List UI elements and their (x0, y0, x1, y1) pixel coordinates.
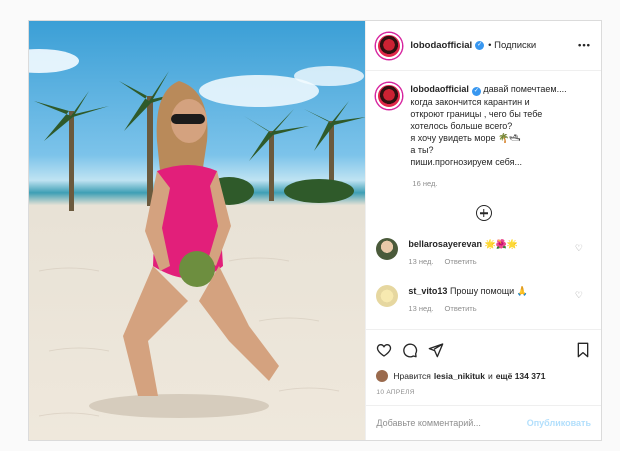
comment-item: st_vito13 Прошу помощи 🙏 13 нед. Ответит… (376, 285, 591, 315)
post-sidebar: lobodaofficial ✓ • Подписки ••• lobodaof… (365, 21, 601, 440)
caption-line: пиши.прогнозируем себя... (410, 157, 522, 167)
verified-icon: ✓ (471, 87, 481, 96)
comment-time[interactable]: 13 нед. (408, 257, 433, 266)
instagram-post: lobodaofficial ✓ • Подписки ••• lobodaof… (28, 20, 602, 441)
avatar[interactable] (376, 285, 399, 307)
comment-username[interactable]: st_vito13 (408, 286, 447, 296)
comment-item: bellarosayerevan 🌟🌺🌟 13 нед. Ответить ♡ (376, 238, 591, 268)
caption-line: откроют границы , чего бы тебе (410, 109, 543, 119)
avatar[interactable] (376, 238, 399, 260)
post-date[interactable]: 10 АПРЕЛЯ (366, 383, 601, 405)
beach-photo-illustration (29, 49, 366, 418)
reply-button[interactable]: Ответить (445, 304, 477, 313)
caption-avatar[interactable] (376, 83, 403, 109)
caption-username[interactable]: lobodaofficial (410, 84, 469, 94)
likes-prefix: Нравится (393, 371, 431, 381)
comments-section: lobodaofficial ✓ давай помечтаем.... когд… (366, 71, 601, 329)
bookmark-icon[interactable] (575, 342, 591, 358)
comment-input[interactable] (376, 418, 527, 428)
publish-button[interactable]: Опубликовать (527, 418, 591, 428)
post-photo[interactable] (29, 21, 366, 440)
comment-username[interactable]: bellarosayerevan (408, 239, 482, 249)
likes-count[interactable]: ещё 134 371 (496, 371, 546, 381)
avatar[interactable] (376, 32, 403, 59)
caption-time[interactable]: 16 нед. (412, 178, 591, 190)
comment-icon[interactable] (402, 342, 418, 358)
caption-line: давай помечтаем.... (483, 84, 567, 94)
add-comment-bar: Опубликовать (366, 405, 601, 440)
heart-icon[interactable]: ♡ (575, 289, 583, 301)
follow-status-button[interactable]: • Подписки (488, 40, 536, 51)
caption-line: хотелось больше всего? (410, 121, 513, 131)
comment-meta: 13 нед. Ответить (408, 303, 527, 315)
caption-line: когда закончится карантин и (410, 97, 530, 107)
likes-user[interactable]: lesia_nikituk (434, 371, 485, 381)
heart-icon[interactable]: ♡ (575, 242, 583, 254)
more-icon[interactable]: ••• (578, 40, 591, 51)
avatar[interactable] (376, 370, 389, 382)
share-icon[interactable] (428, 342, 444, 358)
username-link[interactable]: lobodaofficial (410, 40, 472, 51)
caption-text: lobodaofficial ✓ давай помечтаем.... когд… (410, 83, 580, 168)
action-bar (366, 329, 601, 369)
caption-line: я хочу увидеть море 🌴🛥 (410, 133, 521, 143)
post-header: lobodaofficial ✓ • Подписки ••• (366, 21, 601, 71)
reply-button[interactable]: Ответить (445, 257, 477, 266)
comment-body: bellarosayerevan 🌟🌺🌟 13 нед. Ответить (408, 238, 518, 268)
verified-icon: ✓ (475, 41, 485, 50)
add-icon[interactable] (475, 205, 492, 221)
heart-icon[interactable] (376, 342, 392, 358)
likes-line: Нравится lesia_nikituk и ещё 134 371 (366, 369, 601, 383)
comment-meta: 13 нед. Ответить (408, 256, 518, 268)
likes-middle: и (487, 371, 493, 381)
comment-text: Прошу помощи 🙏 (449, 286, 528, 296)
comment-body: st_vito13 Прошу помощи 🙏 13 нед. Ответит… (408, 285, 527, 315)
comment-text: 🌟🌺🌟 (484, 239, 519, 249)
caption-line: а ты? (410, 145, 434, 155)
caption: lobodaofficial ✓ давай помечтаем.... когд… (376, 83, 591, 168)
comment-time[interactable]: 13 нед. (408, 304, 433, 313)
